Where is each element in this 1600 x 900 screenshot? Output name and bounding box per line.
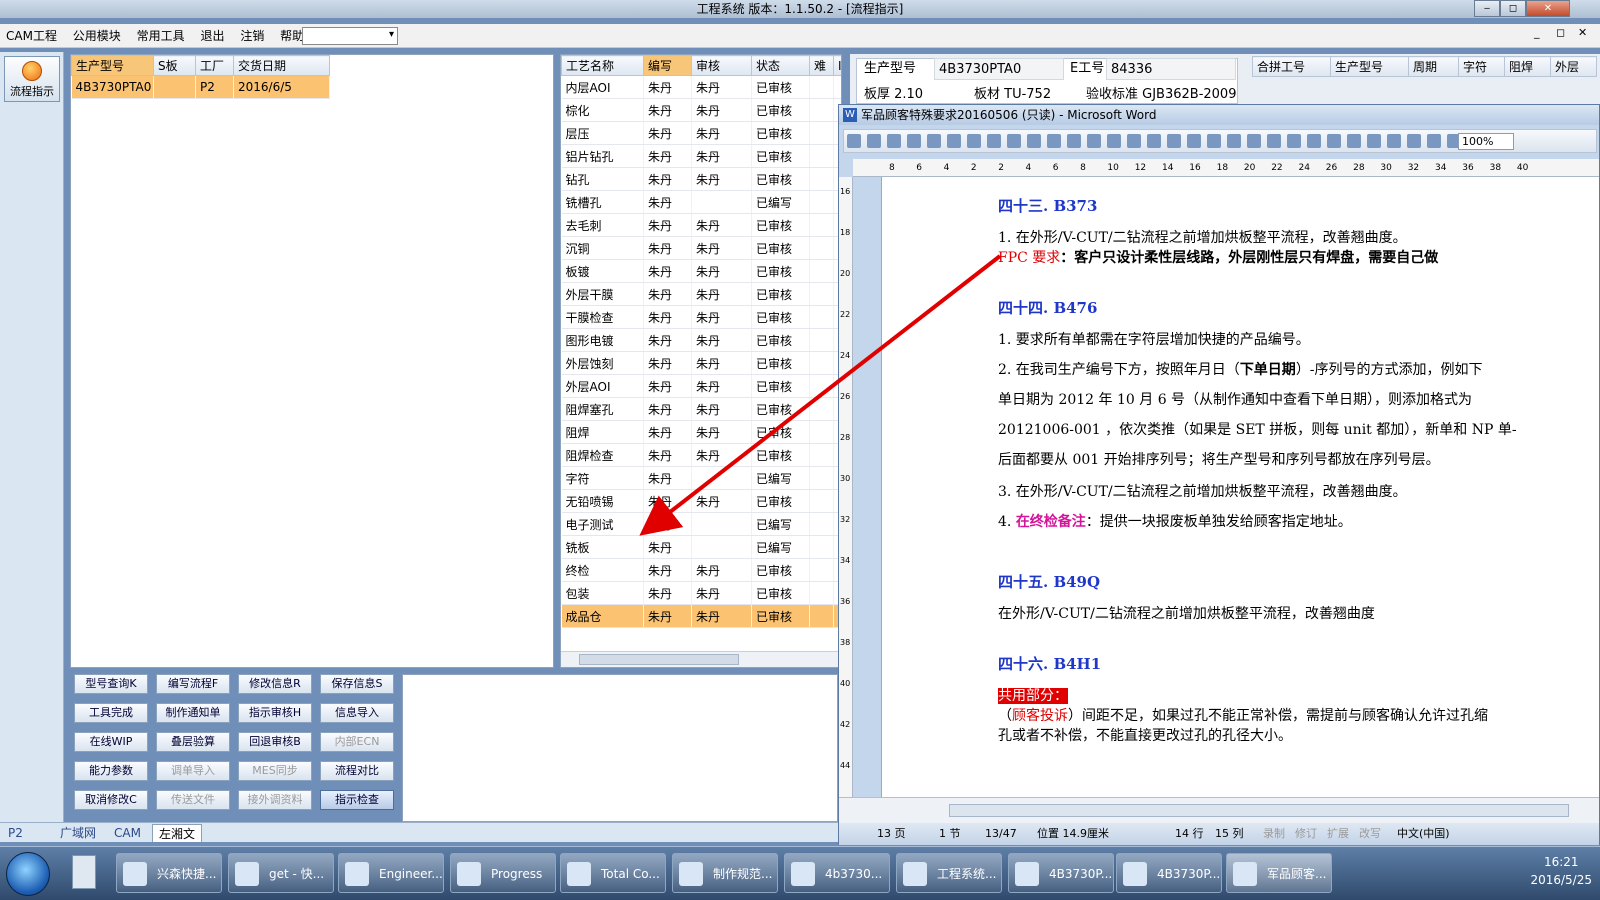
calculator-icon[interactable]	[72, 855, 96, 889]
app-icon	[1123, 862, 1147, 886]
system-tray: 16:21 2016/5/25	[1530, 853, 1592, 889]
clock-time[interactable]: 16:21	[1530, 853, 1592, 871]
app-icon	[791, 862, 815, 886]
app-icon	[123, 862, 147, 886]
taskbar-item-1[interactable]: get - 快...	[228, 853, 334, 893]
taskbar-item-6[interactable]: 4b3730...	[784, 853, 890, 893]
app-icon	[567, 862, 591, 886]
taskbar-item-10[interactable]: 军品顾客...	[1226, 853, 1332, 893]
clock-date[interactable]: 2016/5/25	[1530, 871, 1592, 889]
app-icon	[1233, 862, 1257, 886]
taskbar-item-5[interactable]: 制作规范...	[672, 853, 778, 893]
taskbar: 16:21 2016/5/25 兴森快捷... get - 快... Enginee…	[0, 846, 1600, 900]
app-icon	[345, 862, 369, 886]
app-icon	[235, 862, 259, 886]
taskbar-item-0[interactable]: 兴森快捷...	[116, 853, 222, 893]
arrow-line	[639, 254, 1002, 536]
app-icon	[903, 862, 927, 886]
taskbar-item-3[interactable]: Progress	[450, 853, 556, 893]
taskbar-item-7[interactable]: 工程系统...	[896, 853, 1002, 893]
annotation-arrow	[639, 254, 1002, 536]
taskbar-item-2[interactable]: Engineer...	[338, 853, 444, 893]
taskbar-item-9[interactable]: 4B3730P...	[1116, 853, 1222, 893]
app-icon	[679, 862, 703, 886]
taskbar-item-4[interactable]: Total Co...	[560, 853, 666, 893]
app-icon	[1015, 862, 1039, 886]
app-icon	[457, 862, 481, 886]
start-button[interactable]	[6, 852, 50, 896]
taskbar-item-8[interactable]: 4B3730P...	[1008, 853, 1114, 893]
